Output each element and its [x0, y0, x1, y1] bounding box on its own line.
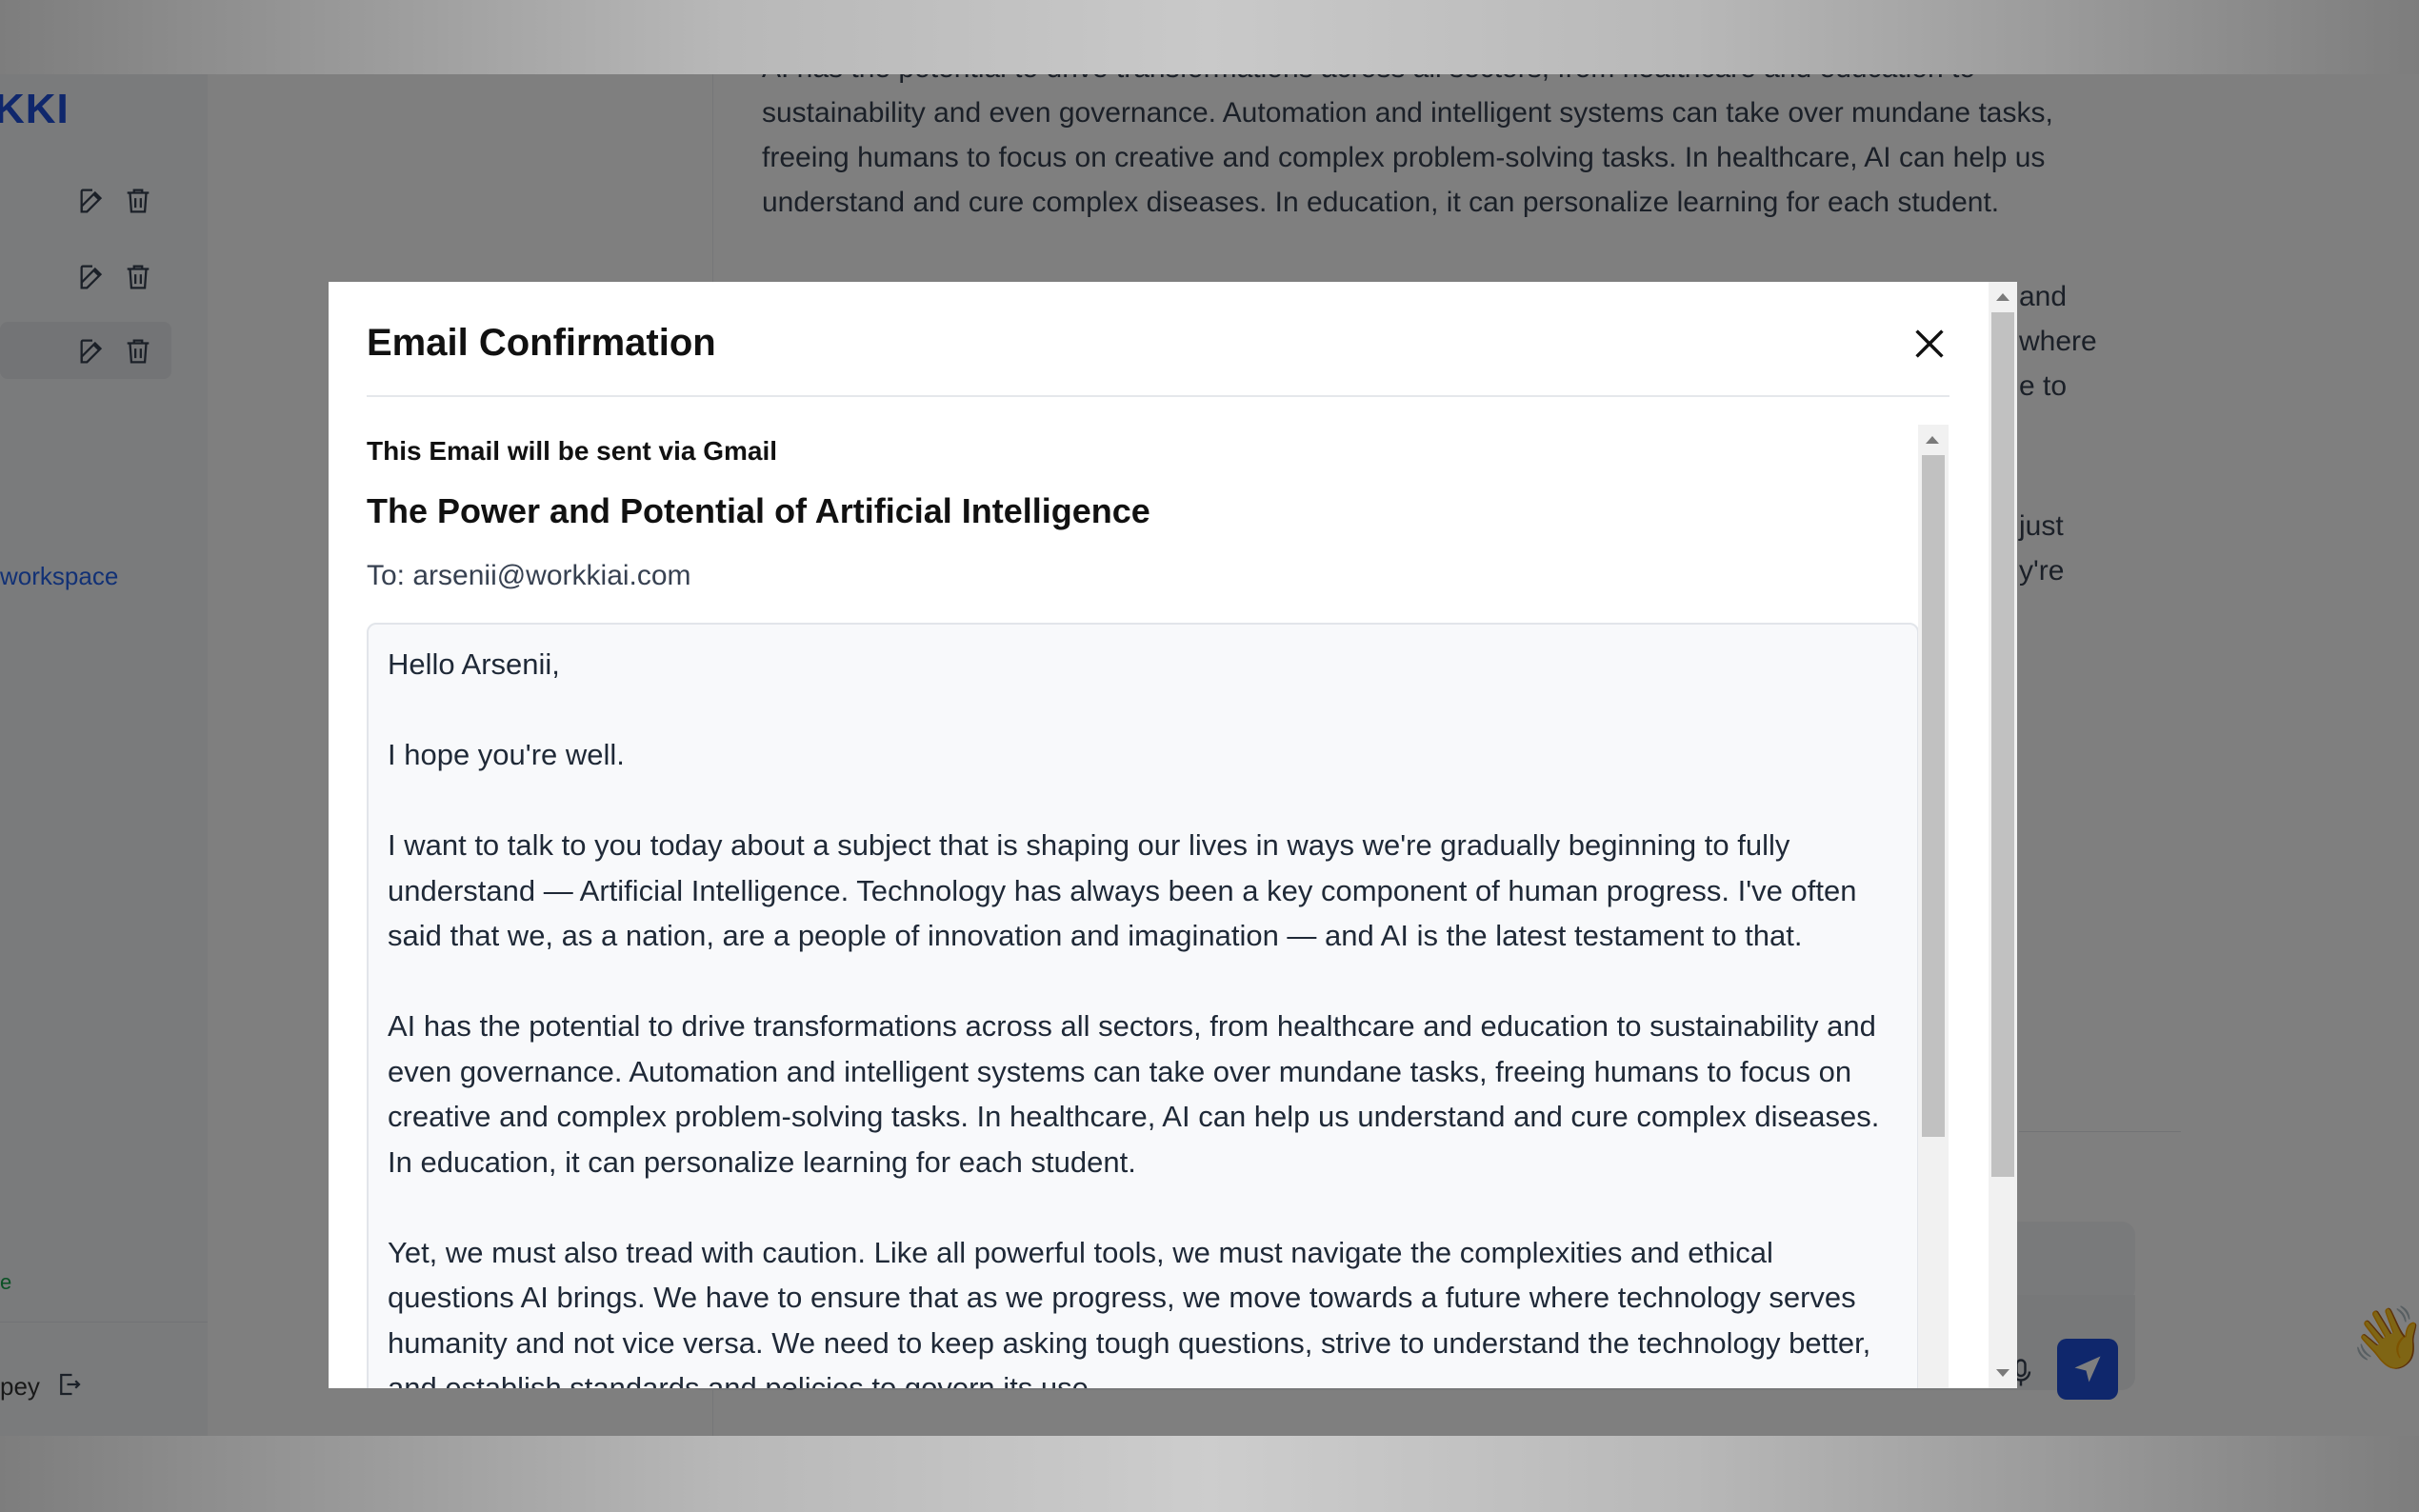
email-paragraph: AI has the potential to drive transforma… [388, 1009, 1880, 1179]
email-confirmation-modal: Email Confirmation This Email will be se… [329, 282, 2017, 1388]
modal-divider [367, 395, 1949, 397]
email-paragraph: Hello Arsenii, [388, 647, 560, 681]
email-body-text: Hello Arsenii, I hope you're well. I wan… [388, 642, 1902, 1388]
scroll-up-arrow[interactable] [1996, 293, 2009, 301]
email-subject: The Power and Potential of Artificial In… [367, 491, 1150, 530]
scroll-down-arrow[interactable] [1996, 1369, 2009, 1377]
app-screen: KKI workspace e pey AI [0, 74, 2419, 1436]
modal-body-scrollbar[interactable] [1918, 425, 1949, 1388]
email-paragraph: Yet, we must also tread with caution. Li… [388, 1235, 1871, 1389]
modal-scrollbar[interactable] [1989, 282, 2017, 1388]
photo-frame-bottom [0, 1436, 2419, 1512]
photo-frame-top [0, 0, 2419, 74]
scrollbar-thumb[interactable] [1991, 312, 2014, 1177]
modal-body: This Email will be sent via Gmail The Po… [367, 425, 1949, 1388]
close-icon[interactable] [1908, 322, 1951, 366]
email-recipient: To: arsenii@workkiai.com [367, 560, 691, 591]
email-body-field[interactable]: Hello Arsenii, I hope you're well. I wan… [367, 623, 1919, 1388]
send-via-label: This Email will be sent via Gmail [367, 436, 778, 466]
scrollbar-thumb[interactable] [1922, 455, 1945, 1137]
scroll-up-arrow[interactable] [1926, 436, 1939, 444]
modal-title: Email Confirmation [367, 322, 716, 364]
email-paragraph: I hope you're well. [388, 738, 625, 771]
email-paragraph: I want to talk to you today about a subj… [388, 828, 1857, 952]
